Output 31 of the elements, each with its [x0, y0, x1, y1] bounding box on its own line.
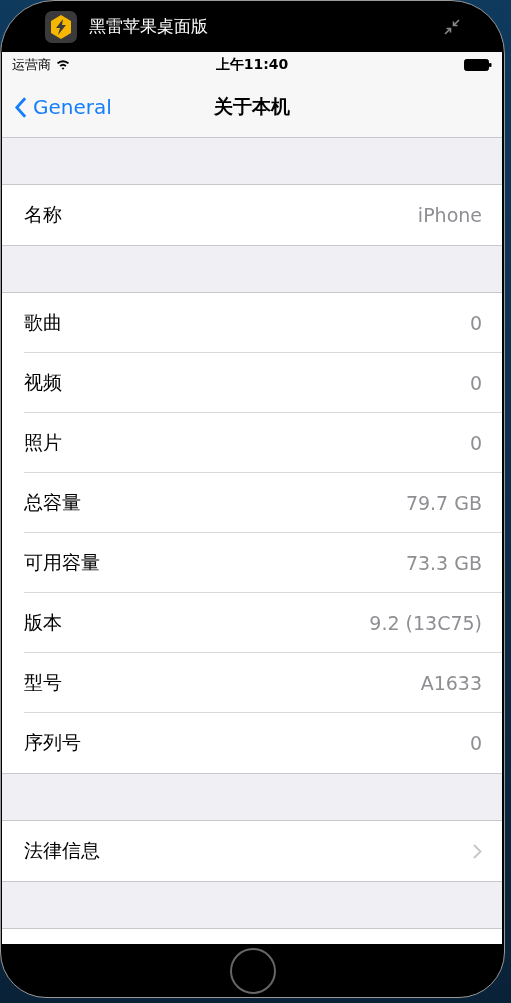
row-label: 视频: [24, 369, 62, 395]
carrier-label: 运营商: [12, 55, 51, 74]
row-label: 法律信息: [24, 838, 100, 863]
row-label: 名称: [24, 202, 62, 227]
row-value: A1633: [420, 671, 482, 694]
home-button[interactable]: [229, 947, 276, 994]
row-value: iPhone: [417, 204, 482, 226]
chevron-icon: [473, 843, 482, 859]
wifi-icon: [56, 59, 70, 70]
page-title: 关于本机: [213, 94, 291, 119]
row-label: 型号: [24, 669, 62, 695]
row-value: 0: [469, 371, 482, 394]
row-value: 0: [469, 311, 482, 334]
row-value: 79.7 GB: [405, 491, 482, 514]
row-label: 歌曲: [24, 309, 62, 335]
battery-icon: [464, 58, 492, 71]
back-button[interactable]: General: [2, 95, 112, 119]
row-value: 73.3 GB: [405, 551, 482, 574]
row-label: 总容量: [24, 489, 81, 515]
row-label: 照片: [24, 429, 62, 455]
row-label: 可用容量: [24, 549, 100, 575]
window-title: 黑雷苹果桌面版: [89, 15, 209, 38]
row-value: 9.2 (13C75): [369, 611, 482, 634]
status-time: 上午11:40: [214, 55, 290, 74]
row-value: 0: [469, 431, 482, 454]
lightning-app-icon: [45, 10, 77, 43]
collapse-icon[interactable]: [444, 18, 460, 35]
back-chevron-icon: [14, 95, 27, 119]
row-label: 序列号: [24, 730, 81, 755]
row-value: 0: [469, 732, 482, 754]
row-label: 版本: [24, 609, 62, 635]
